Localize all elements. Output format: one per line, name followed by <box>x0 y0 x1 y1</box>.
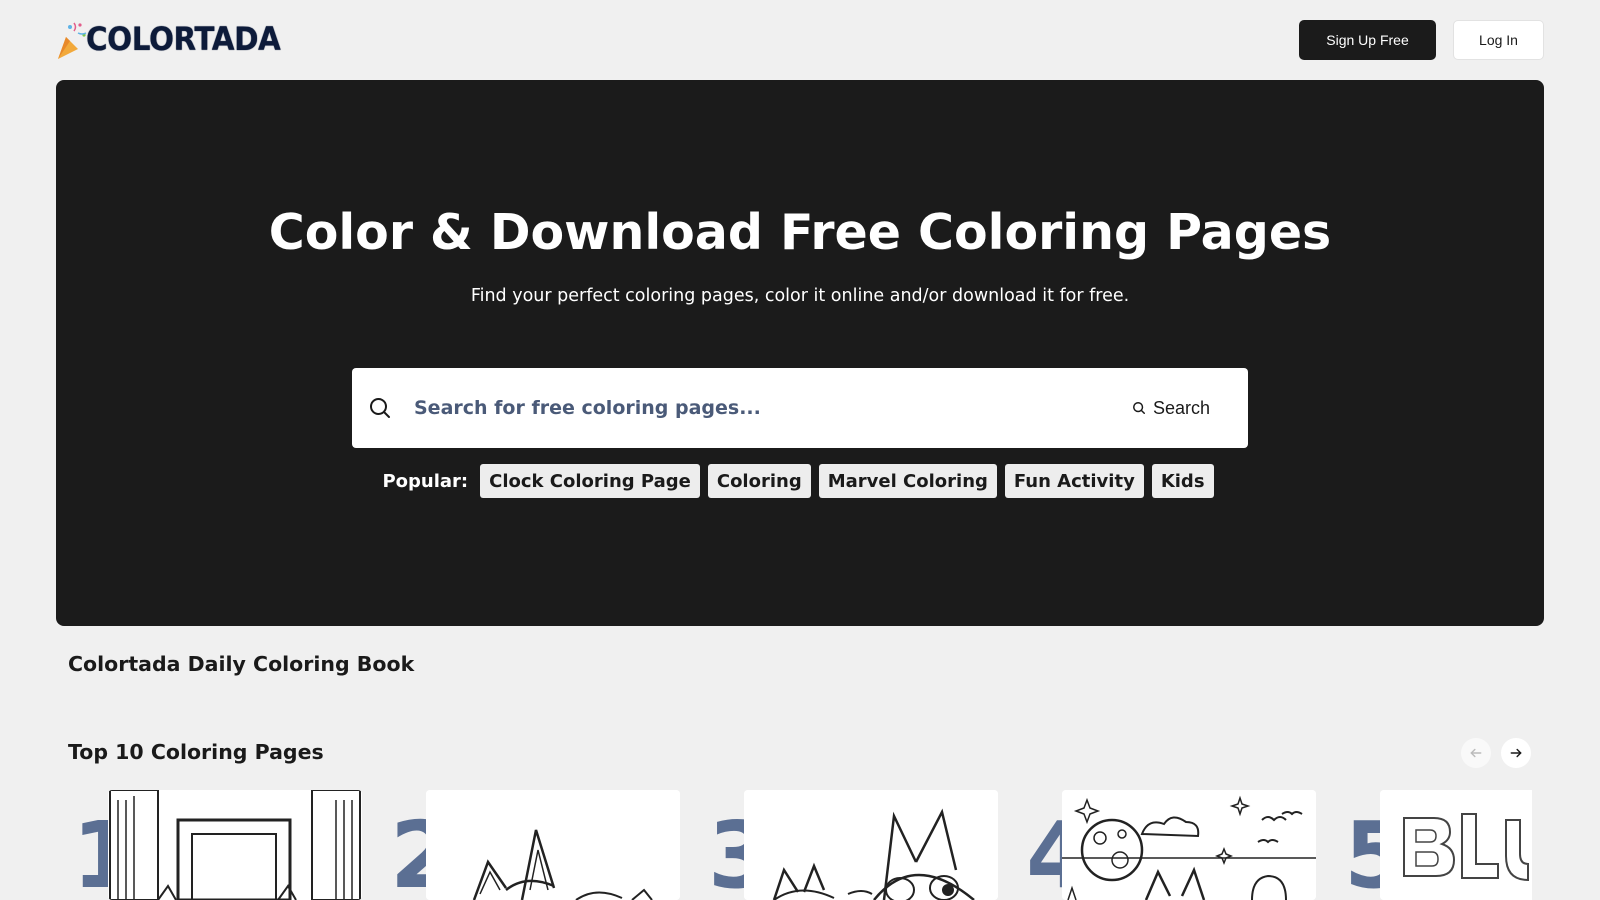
popular-tag[interactable]: Fun Activity <box>1004 464 1144 498</box>
bubble-letters-drawing-icon[interactable] <box>1380 790 1532 900</box>
hero-title: Color & Download Free Coloring Pages <box>268 204 1332 261</box>
carousel-next-button[interactable] <box>1501 738 1531 768</box>
search-input[interactable] <box>414 388 1094 428</box>
popular-tag[interactable]: Clock Coloring Page <box>480 464 700 498</box>
hero-section: Color & Download Free Coloring Pages Fin… <box>56 80 1544 626</box>
arrow-left-icon <box>1470 748 1482 758</box>
coloring-card[interactable]: 2 <box>386 790 706 900</box>
logo[interactable]: COLORTADA <box>56 14 297 64</box>
sign-up-button[interactable]: Sign Up Free <box>1299 20 1436 60</box>
search-icon <box>368 396 392 420</box>
search-bar: Search <box>352 368 1248 448</box>
coloring-card[interactable]: 4 <box>1022 790 1342 900</box>
coloring-card[interactable]: 5 <box>1340 790 1532 900</box>
coloring-card[interactable]: 1 <box>68 790 388 900</box>
party-popper-icon <box>56 19 90 59</box>
popular-tag[interactable]: Marvel Coloring <box>818 464 997 498</box>
search-small-icon <box>1132 402 1145 414</box>
log-in-button[interactable]: Log In <box>1453 20 1544 60</box>
hero-subtitle: Find your perfect coloring pages, color … <box>470 286 1130 306</box>
cartoon-dog-drawing-icon[interactable] <box>426 790 680 900</box>
cartoon-dogs-drawing-icon[interactable] <box>744 790 998 900</box>
daily-coloring-book-title: Colortada Daily Coloring Book <box>68 652 415 676</box>
site-header: COLORTADA Sign Up Free Log In <box>56 14 1544 64</box>
search-button-label: Search <box>1152 397 1211 418</box>
arrow-right-icon <box>1510 748 1522 758</box>
night-moon-drawing-icon[interactable] <box>1062 790 1316 900</box>
coloring-card[interactable]: 3 <box>704 790 1024 900</box>
carousel-prev-button[interactable] <box>1461 738 1491 768</box>
popular-tags: Popular: Clock Coloring Page Coloring Ma… <box>56 464 1544 498</box>
popular-tag[interactable]: Kids <box>1151 464 1214 498</box>
doorway-cat-drawing-icon[interactable] <box>108 790 362 900</box>
popular-label: Popular: <box>382 470 469 492</box>
top-10-carousel: 1 2 3 4 5 <box>68 790 1532 900</box>
popular-tag[interactable]: Coloring <box>707 464 811 498</box>
search-button[interactable]: Search <box>1116 390 1226 426</box>
logo-text: COLORTADA <box>86 20 281 58</box>
top-10-title: Top 10 Coloring Pages <box>68 740 324 764</box>
